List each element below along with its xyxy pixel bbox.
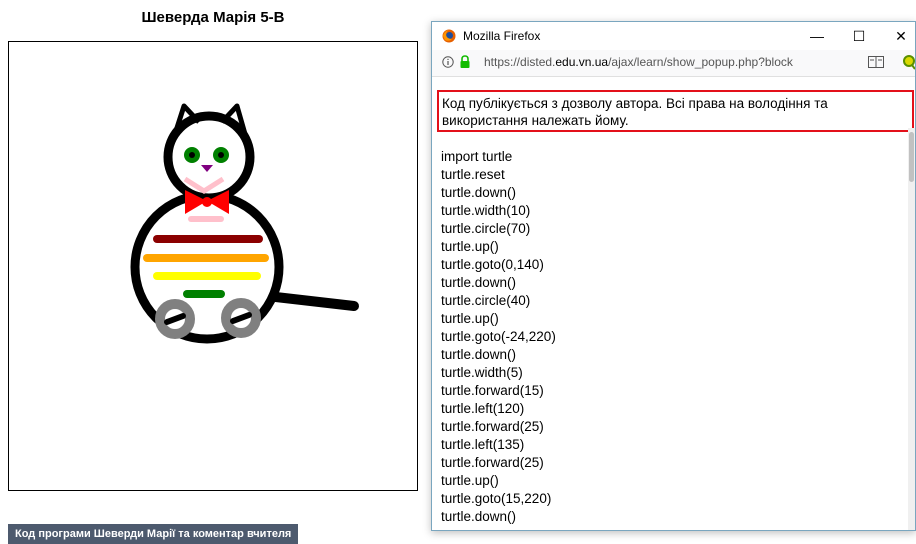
code-line: turtle.circle(70) bbox=[441, 221, 531, 236]
address-bar[interactable]: https://disted.edu.vn.ua/ajax/learn/show… bbox=[432, 50, 915, 77]
url-text[interactable]: https://disted.edu.vn.ua/ajax/learn/show… bbox=[484, 55, 862, 69]
cat-drawing bbox=[130, 103, 359, 344]
code-line: turtle.up() bbox=[441, 473, 499, 488]
window-title: Mozilla Firefox bbox=[463, 29, 541, 43]
lock-icon[interactable] bbox=[459, 55, 471, 69]
code-line: turtle.width(5) bbox=[441, 365, 523, 380]
reader-view-icon[interactable] bbox=[868, 56, 884, 68]
code-line: turtle.goto(0,140) bbox=[441, 257, 544, 272]
extension-icon[interactable] bbox=[902, 54, 916, 70]
code-line: turtle.up() bbox=[441, 311, 499, 326]
code-line: turtle.forward(25) bbox=[441, 419, 544, 434]
code-line: turtle.down() bbox=[441, 185, 517, 200]
scroll-thumb[interactable] bbox=[909, 132, 914, 182]
copyright-notice: Код публікується з дозволу автора. Всі п… bbox=[437, 90, 914, 132]
code-line: turtle.left(120) bbox=[441, 401, 525, 416]
code-line: turtle.down() bbox=[441, 275, 517, 290]
code-line: turtle.down() bbox=[441, 347, 517, 362]
cat-tail bbox=[262, 291, 359, 311]
maximize-button[interactable]: ☐ bbox=[844, 26, 874, 46]
code-line: turtle.goto(-24,220) bbox=[441, 329, 556, 344]
info-icon[interactable] bbox=[442, 56, 454, 68]
vertical-scrollbar[interactable] bbox=[908, 128, 915, 530]
code-line: turtle.down() bbox=[441, 509, 517, 524]
code-line: turtle.up() bbox=[441, 239, 499, 254]
window-titlebar: Mozilla Firefox — ☐ ✕ bbox=[432, 22, 915, 50]
code-line: turtle.width(10) bbox=[441, 203, 531, 218]
code-line: turtle.goto(15,220) bbox=[441, 491, 552, 506]
show-code-button[interactable]: Код програми Шеверди Марії та коментар в… bbox=[8, 524, 299, 544]
close-button[interactable]: ✕ bbox=[886, 26, 915, 46]
firefox-icon bbox=[442, 29, 456, 43]
code-line: turtle.forward(15) bbox=[441, 383, 544, 398]
turtle-canvas bbox=[8, 41, 418, 491]
code-line: turtle.circle(40) bbox=[441, 293, 531, 308]
minimize-button[interactable]: — bbox=[802, 26, 832, 46]
code-line: import turtle bbox=[441, 149, 513, 164]
page-title: Шеверда Марія 5-В bbox=[141, 9, 285, 26]
code-listing: import turtle turtle.reset turtle.down()… bbox=[441, 148, 901, 526]
code-line: turtle.left(135) bbox=[441, 437, 525, 452]
code-line: turtle.forward(25) bbox=[441, 455, 544, 470]
firefox-popup-window: Mozilla Firefox — ☐ ✕ https://disted.edu… bbox=[431, 21, 916, 531]
code-line: turtle.reset bbox=[441, 167, 505, 182]
